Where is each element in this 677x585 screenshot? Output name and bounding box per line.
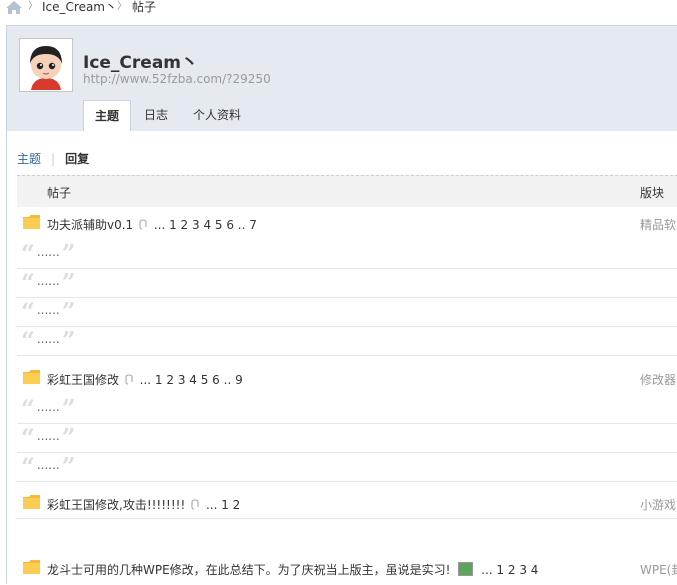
- reply-quote-row: “......”: [17, 298, 677, 327]
- reply-quote-row: “......”: [17, 269, 677, 298]
- thread-row: 功夫派辅助v0.1 ... 1 2 3 4 5 6 .. 7 精品软: [17, 206, 677, 240]
- thread-pages[interactable]: ... 1 2 3 4: [481, 563, 538, 577]
- folder-icon: [23, 370, 40, 384]
- close-quote-icon: ”: [61, 239, 76, 268]
- close-quote-icon: ”: [61, 268, 76, 297]
- open-quote-icon: “: [21, 452, 35, 481]
- main-content: 主题 | 回复 帖子 版块 功夫派辅助v0.1 ... 1 2 3 4 5 6 ..…: [6, 131, 677, 584]
- open-quote-icon: “: [21, 297, 35, 326]
- reply-quote-row: “......”: [17, 395, 677, 424]
- close-quote-icon: ”: [61, 394, 76, 423]
- subtab-topics[interactable]: 主题: [17, 152, 41, 166]
- close-quote-icon: ”: [61, 326, 76, 355]
- avatar[interactable]: [19, 38, 73, 92]
- attachment-icon: [139, 219, 147, 230]
- close-quote-icon: ”: [61, 452, 76, 481]
- thread-pages[interactable]: ... 1 2 3 4 5 6 .. 9: [140, 373, 243, 387]
- reply-quote-text[interactable]: ......: [37, 332, 60, 346]
- close-quote-icon: ”: [61, 297, 76, 326]
- thread-title[interactable]: 龙斗士可用的几种WPE修改，在此总结下。为了庆祝当上版主，虽说是实习!: [47, 563, 451, 577]
- tab-blog[interactable]: 日志: [133, 100, 179, 131]
- breadcrumb-separator-icon: 〉: [117, 1, 127, 12]
- reply-quote-text[interactable]: ......: [37, 400, 60, 414]
- folder-icon: [23, 560, 40, 574]
- thread-pages[interactable]: ... 1 2: [206, 498, 240, 512]
- subtab-divider: |: [51, 152, 56, 166]
- thread-title[interactable]: 彩虹王国修改,攻击!!!!!!!!: [47, 498, 185, 512]
- thread-forum[interactable]: WPE(封: [640, 561, 677, 578]
- attachment-icon: [125, 374, 133, 385]
- thread-forum[interactable]: 小游戏: [640, 496, 676, 513]
- reply-quote-text[interactable]: ......: [37, 303, 60, 317]
- home-icon[interactable]: [6, 1, 22, 14]
- reply-quote-text[interactable]: ......: [37, 274, 60, 288]
- thread-title[interactable]: 彩虹王国修改: [47, 373, 119, 387]
- tab-profile[interactable]: 个人资料: [187, 100, 247, 131]
- thread-pages[interactable]: ... 1 2 3 4 5 6 .. 7: [154, 218, 257, 232]
- attachment-icon: [191, 499, 199, 510]
- reply-quote-text[interactable]: ......: [37, 458, 60, 472]
- profile-name: Ice_Cream丶: [83, 53, 199, 73]
- folder-icon: [23, 215, 40, 229]
- column-forum: 版块: [640, 186, 665, 200]
- close-quote-icon: ”: [61, 423, 76, 452]
- thread-row: 龙斗士可用的几种WPE修改，在此总结下。为了庆祝当上版主，虽说是实习! ... …: [17, 551, 677, 585]
- thread-forum[interactable]: 精品软: [640, 216, 676, 233]
- folder-icon: [23, 495, 40, 509]
- thread-forum[interactable]: 修改器: [640, 371, 676, 388]
- thread-row: 彩虹王国修改 ... 1 2 3 4 5 6 .. 9 修改器: [17, 361, 677, 395]
- open-quote-icon: “: [21, 239, 35, 268]
- reply-quote-text[interactable]: ......: [37, 429, 60, 443]
- open-quote-icon: “: [21, 326, 35, 355]
- reply-quote-row: “......”: [17, 240, 677, 269]
- image-attachment-icon: [458, 562, 474, 576]
- reply-quote-row: “......”: [17, 327, 677, 356]
- subtabs: 主题 | 回复: [17, 150, 89, 167]
- open-quote-icon: “: [21, 423, 35, 452]
- breadcrumb-current: 帖子: [132, 0, 157, 14]
- breadcrumb-user-link[interactable]: Ice_Cream丶: [42, 0, 117, 14]
- avatar-cartoon-icon: [21, 40, 71, 90]
- breadcrumb-separator-icon: 〉: [28, 1, 38, 12]
- profile-header: Ice_Cream丶 http://www.52fzba.com/?29250 …: [6, 25, 677, 133]
- reply-quote-row: “......”: [17, 424, 677, 453]
- reply-quote-text[interactable]: ......: [37, 245, 60, 259]
- profile-url[interactable]: http://www.52fzba.com/?29250: [83, 72, 271, 86]
- column-post: 帖子: [47, 186, 72, 200]
- table-header: 帖子 版块: [17, 175, 677, 207]
- thread-title[interactable]: 功夫派辅助v0.1: [47, 218, 133, 232]
- breadcrumb: 〉 Ice_Cream丶 〉 帖子: [0, 0, 677, 16]
- tab-topics[interactable]: 主题: [83, 100, 131, 133]
- subtab-replies[interactable]: 回复: [65, 152, 89, 166]
- open-quote-icon: “: [21, 394, 35, 423]
- thread-row: 彩虹王国修改,攻击!!!!!!!! ... 1 2 小游戏: [17, 486, 677, 519]
- reply-quote-row: “......”: [17, 453, 677, 482]
- open-quote-icon: “: [21, 268, 35, 297]
